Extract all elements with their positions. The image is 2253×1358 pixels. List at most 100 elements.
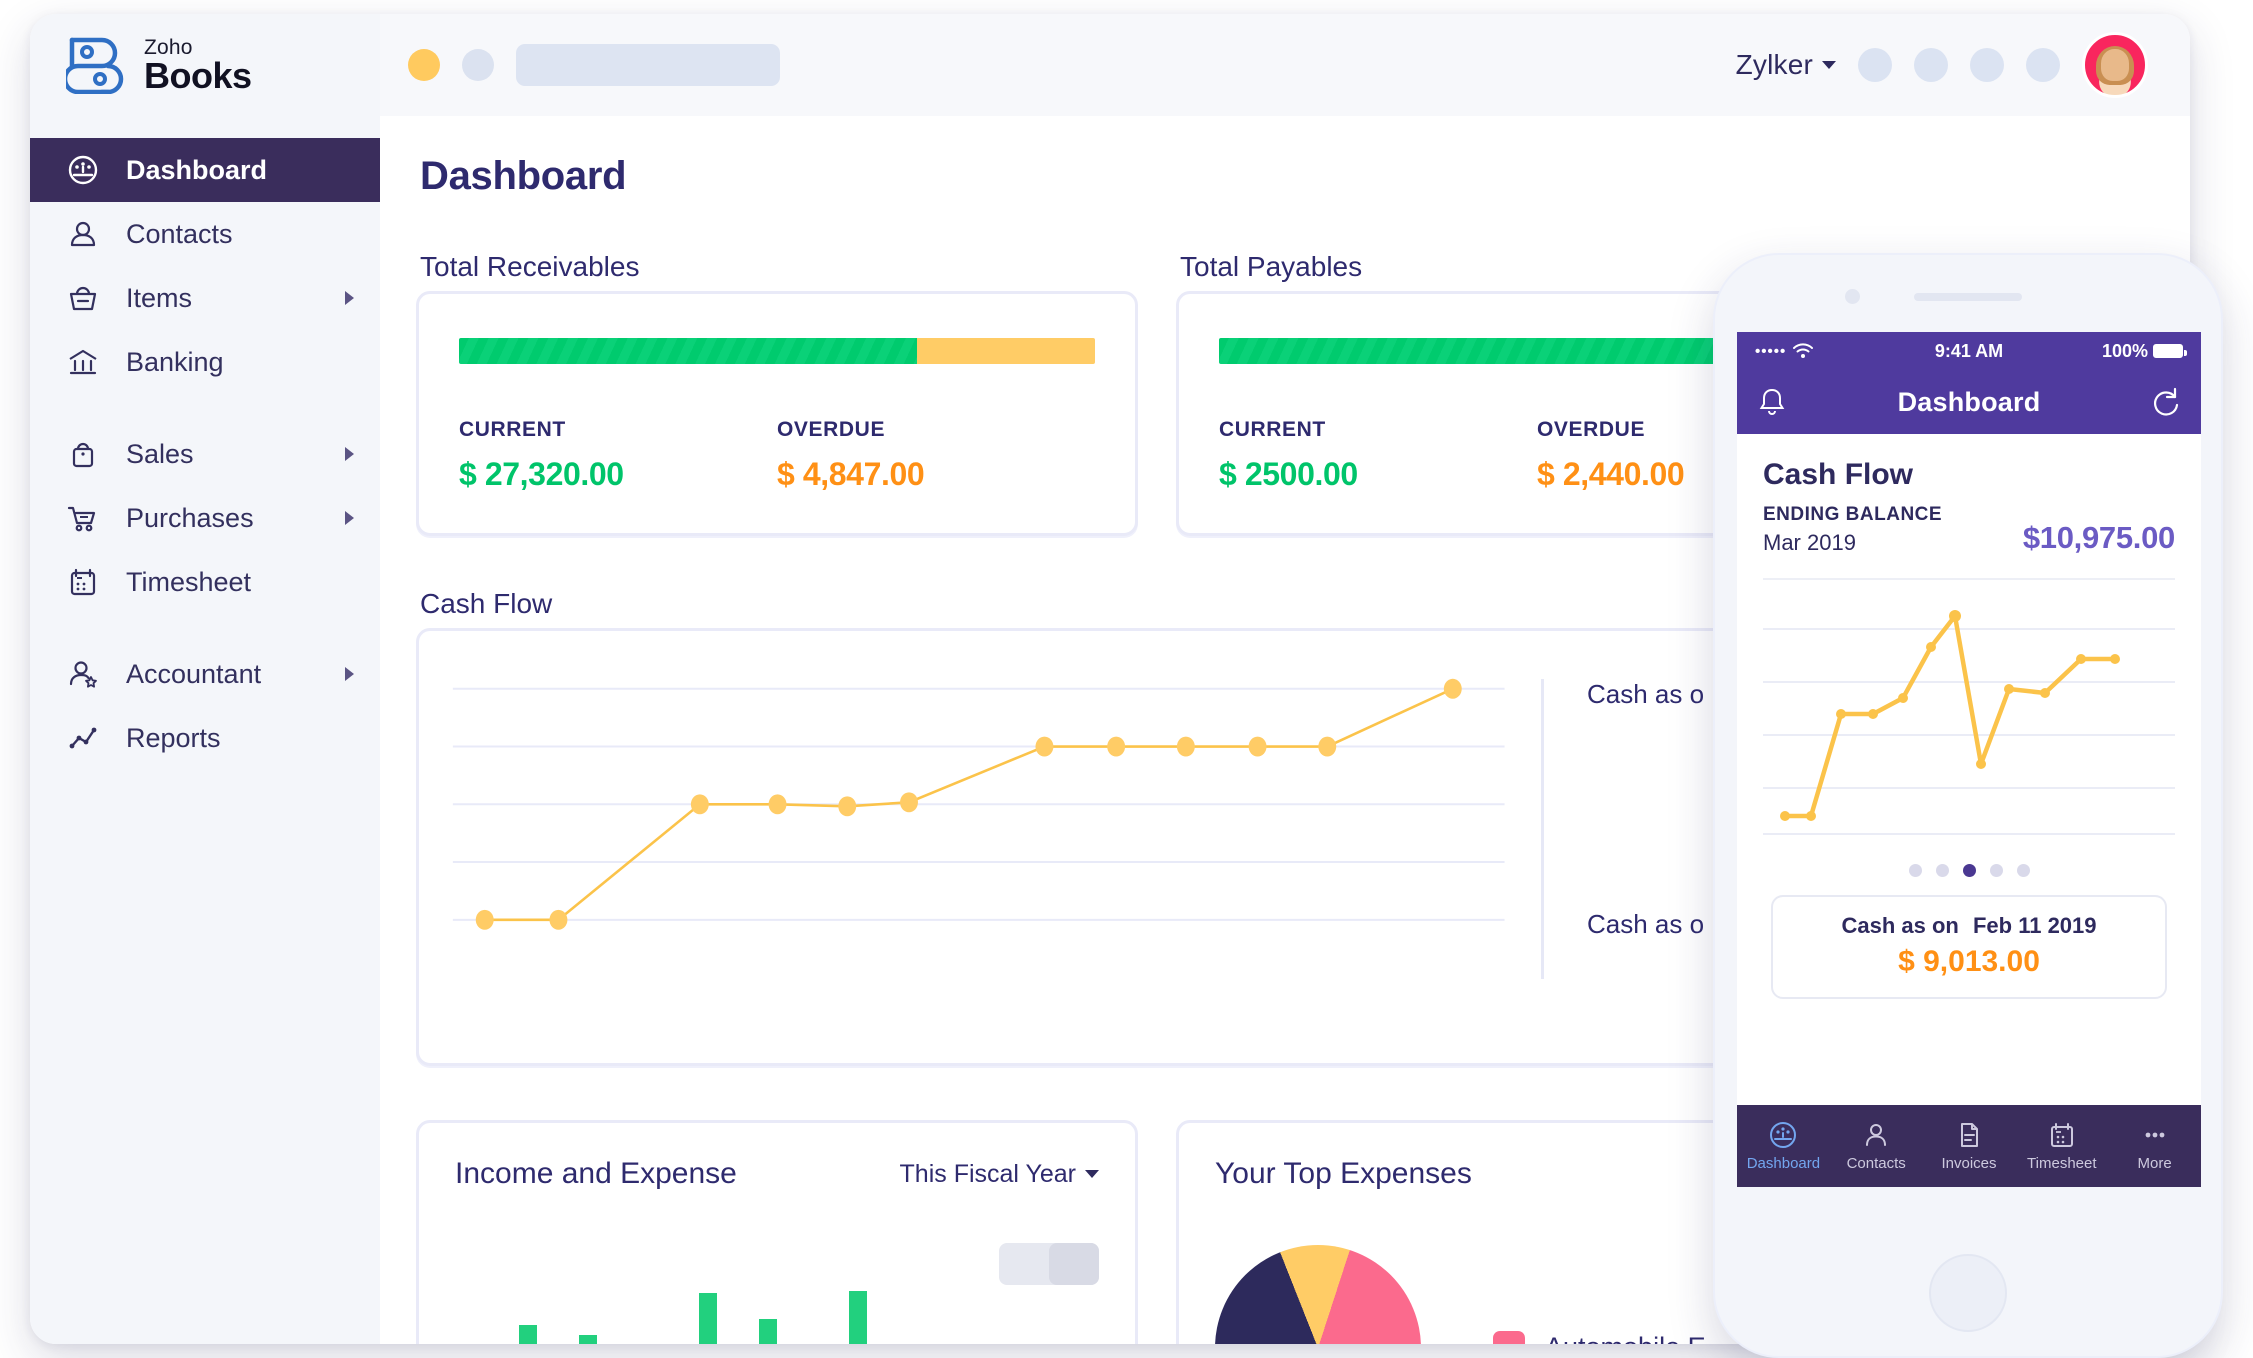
receivables-current-label: CURRENT — [459, 418, 566, 441]
sidebar-label-dashboard: Dashboard — [126, 154, 268, 185]
phone-cash-as-on-card: Cash as on Feb 11 2019 $ 9,013.00 — [1771, 895, 2167, 999]
sidebar-item-timesheet[interactable]: Timesheet — [30, 550, 380, 614]
logo-books-text: Books — [144, 54, 252, 96]
sidebar-label-timesheet: Timesheet — [126, 566, 252, 597]
phone-screen: ••••• 9:41 AM 100% Dashboard Cash Flow E… — [1737, 332, 2201, 1187]
phone-time: 9:41 AM — [1934, 340, 2004, 361]
sidebar-label-accountant: Accountant — [126, 658, 262, 689]
phone-ending-balance-left: ENDING BALANCE Mar 2019 — [1763, 504, 1942, 556]
sidebar-item-dashboard[interactable]: Dashboard — [30, 138, 380, 202]
receivables-block: Total Receivables CURRENT $ 27,320.00 OV… — [416, 251, 1138, 536]
phone-page-indicator — [1763, 864, 2175, 877]
phone-camera — [1845, 289, 1860, 304]
phone-tab-contacts[interactable]: Contacts — [1830, 1120, 1923, 1172]
phone-tab-bar: Dashboard Contacts Invoices Timesheet Mo… — [1737, 1105, 2201, 1187]
sidebar: Zoho Books Dashboard Contacts Items Bank… — [30, 14, 380, 1344]
payables-current-label: CURRENT — [1219, 418, 1326, 441]
phone-tab-label-timesheet: Timesheet — [2027, 1155, 2097, 1172]
page-dot-1[interactable] — [1908, 864, 1922, 877]
sidebar-item-purchases[interactable]: Purchases — [30, 486, 380, 550]
battery-icon — [2153, 344, 2187, 358]
sidebar-item-contacts[interactable]: Contacts — [30, 202, 380, 266]
chevron-down-icon — [1085, 1170, 1099, 1178]
sidebar-label-sales: Sales — [126, 438, 194, 469]
dashboard-icon — [68, 155, 98, 185]
sidebar-label-contacts: Contacts — [126, 218, 233, 249]
phone-cash-as-on-date: Feb 11 2019 — [1972, 913, 2097, 938]
cashflow-card[interactable]: Cash as o Cash as o — [416, 628, 1898, 1066]
phone-body: Cash Flow ENDING BALANCE Mar 2019 $10,97… — [1737, 434, 2201, 999]
phone-cash-as-on-amount: $ 9,013.00 — [1898, 945, 2040, 978]
window-dot-grey[interactable] — [462, 49, 494, 81]
address-bar[interactable] — [516, 44, 780, 86]
refresh-icon[interactable] — [2151, 386, 2181, 418]
income-expense-toggle[interactable] — [999, 1243, 1099, 1285]
toolbar-icon-1[interactable] — [1858, 48, 1892, 82]
phone-cashflow-chart-wrap — [1763, 594, 2175, 844]
receivables-current-value: $ 27,320.00 — [459, 456, 624, 492]
signal-icon: ••••• — [1755, 342, 1787, 360]
chart-legend-divider — [1541, 679, 1544, 979]
page-dot-5[interactable] — [2016, 864, 2030, 877]
phone-tab-dashboard[interactable]: Dashboard — [1737, 1120, 1830, 1172]
sidebar-item-items[interactable]: Items — [30, 266, 380, 330]
page-title: Dashboard — [420, 154, 627, 198]
phone-tab-label-contacts: Contacts — [1846, 1155, 1906, 1172]
phone-tab-timesheet[interactable]: Timesheet — [2015, 1120, 2108, 1172]
phone-ending-balance-label: ENDING BALANCE — [1763, 504, 1943, 525]
phone-tab-label-more: More — [2137, 1155, 2172, 1172]
chevron-down-icon — [1822, 61, 1836, 69]
income-expense-period-dropdown[interactable]: This Fiscal Year — [900, 1160, 1099, 1189]
income-expense-header: Income and Expense This Fiscal Year — [455, 1157, 1099, 1191]
phone-battery-group: 100% — [2102, 341, 2187, 362]
cashflow-legend-incoming: Cash as o — [1587, 679, 1705, 709]
income-expense-card[interactable]: Income and Expense This Fiscal Year — [416, 1120, 1138, 1344]
contacts-icon — [1866, 1124, 1887, 1146]
page-dot-3[interactable] — [1962, 864, 1976, 877]
phone-cashflow-line — [1782, 613, 2118, 819]
page-dot-2[interactable] — [1935, 864, 1949, 877]
sidebar-item-reports[interactable]: Reports — [30, 706, 380, 770]
chevron-right-icon — [345, 291, 354, 305]
phone-status-bar: ••••• 9:41 AM 100% — [1737, 332, 2201, 370]
sidebar-item-banking[interactable]: Banking — [30, 330, 380, 394]
sidebar-label-banking: Banking — [126, 346, 224, 377]
phone-cash-as-on-header: Cash as on Feb 11 2019 — [1773, 913, 2165, 939]
chevron-right-icon — [345, 667, 354, 681]
legend-color-swatch — [1493, 1331, 1525, 1344]
app-logo[interactable]: Zoho Books — [30, 14, 380, 116]
phone-tab-more[interactable]: More — [2108, 1120, 2201, 1172]
wifi-icon — [1793, 343, 1814, 358]
receivables-current-segment — [459, 338, 917, 364]
receivables-figures: CURRENT $ 27,320.00 OVERDUE $ 4,847.00 — [459, 418, 1095, 493]
sidebar-label-items: Items — [126, 282, 193, 313]
phone-home-button[interactable] — [1929, 1254, 2007, 1332]
window-dot-yellow[interactable] — [408, 49, 440, 81]
toolbar-icon-3[interactable] — [1970, 48, 2004, 82]
org-name-label: Zylker — [1735, 49, 1813, 80]
sidebar-nav: Dashboard Contacts Items Banking Sales P… — [30, 116, 380, 770]
chart-gridlines — [452, 687, 1505, 921]
total-receivables-card[interactable]: CURRENT $ 27,320.00 OVERDUE $ 4,847.00 — [416, 291, 1138, 536]
phone-ending-balance-month: Mar 2019 — [1763, 530, 1856, 555]
sidebar-item-sales[interactable]: Sales — [30, 422, 380, 486]
phone-cashflow-line-chart — [1763, 610, 2175, 835]
toolbar-icon-4[interactable] — [2026, 48, 2060, 82]
chrome-right-group: Zylker — [1736, 32, 2190, 98]
phone-cashflow-title: Cash Flow — [1763, 458, 1914, 491]
chevron-right-icon — [345, 447, 354, 461]
contacts-icon — [70, 221, 96, 247]
income-expense-period-label: This Fiscal Year — [899, 1159, 1076, 1188]
toolbar-icon-2[interactable] — [1914, 48, 1948, 82]
avatar[interactable] — [2082, 32, 2148, 98]
page-dot-4[interactable] — [1989, 864, 2003, 877]
bell-icon[interactable] — [1757, 386, 1787, 418]
receivables-overdue-col: OVERDUE $ 4,847.00 — [777, 418, 1095, 493]
payables-current-value: $ 2500.00 — [1219, 456, 1358, 492]
sidebar-item-accountant[interactable]: Accountant — [30, 642, 380, 706]
phone-tab-invoices[interactable]: Invoices — [1923, 1120, 2016, 1172]
chevron-right-icon — [345, 511, 354, 525]
phone-tab-label-invoices: Invoices — [1941, 1155, 1997, 1172]
accountant-icon — [69, 661, 97, 688]
org-switcher[interactable]: Zylker — [1736, 49, 1836, 81]
